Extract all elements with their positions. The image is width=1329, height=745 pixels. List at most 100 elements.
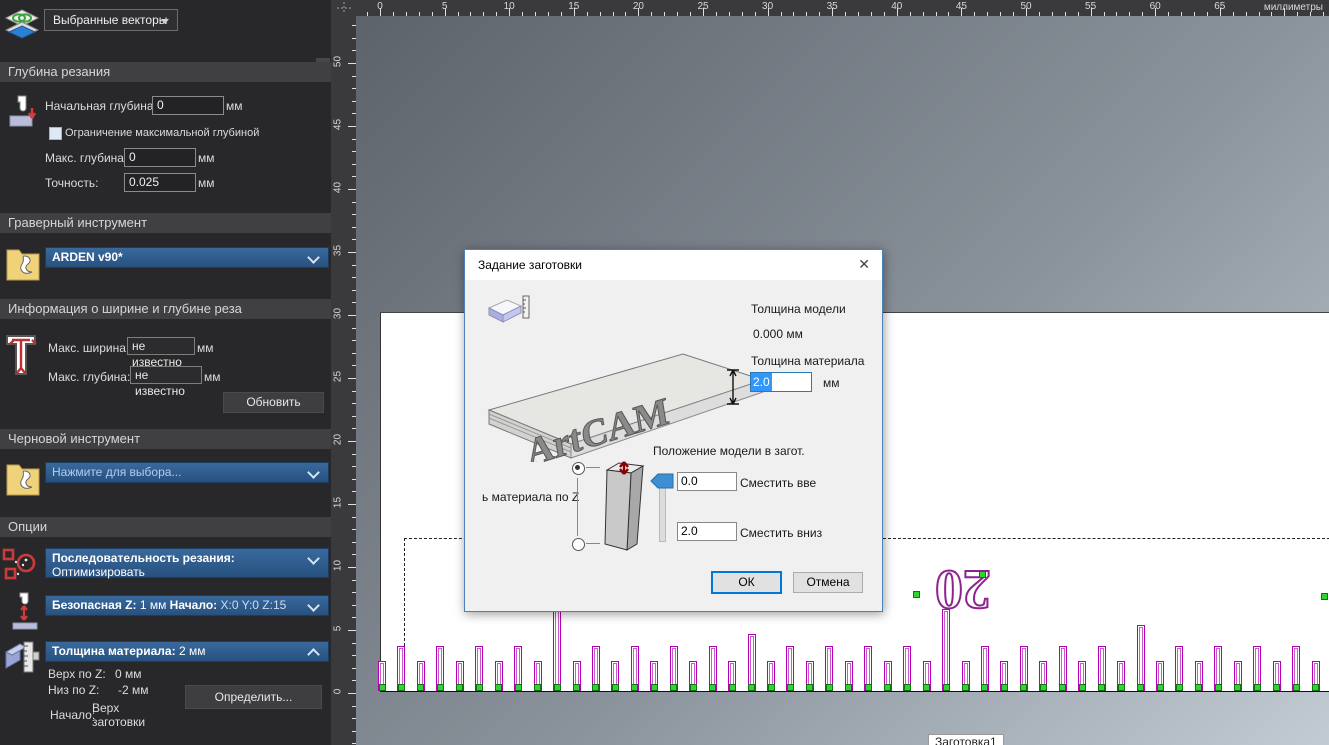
- material-thickness-label: Толщина материала: [751, 354, 865, 368]
- start-depth-input[interactable]: 0: [152, 96, 224, 115]
- model-thickness-label: Толщина модели: [751, 302, 846, 316]
- vector-node: [534, 684, 542, 691]
- h-ruler-label: 15: [568, 1, 580, 12]
- v-ruler-tick: [348, 252, 356, 253]
- model-thickness-value: 0.000 мм: [753, 327, 803, 341]
- v-ruler-label: 0: [332, 688, 344, 695]
- slab-thickness-icon: [487, 295, 530, 323]
- material-thickness-label: Толщина материала:: [52, 644, 176, 658]
- vector-node: [1020, 684, 1028, 691]
- vector-node: [1059, 684, 1067, 691]
- bottom-z-label: Низ по Z:: [48, 683, 100, 697]
- info-max-depth-value: не известно: [130, 366, 202, 398]
- cut-sequence-value: Оптимизировать: [52, 565, 145, 579]
- origin-value-line2: заготовки: [92, 715, 146, 729]
- h-ruler-label: 65: [1214, 1, 1226, 12]
- start-depth-unit: мм: [226, 99, 243, 113]
- chevron-up-icon: [307, 648, 320, 661]
- info-max-depth-label: Макс. глубина:: [48, 370, 131, 384]
- update-button[interactable]: Обновить: [223, 392, 324, 413]
- vector-node: [1117, 684, 1125, 691]
- limit-depth-checkbox-label: Ограничение максимальной глубиной: [65, 127, 260, 139]
- material-thickness-bar[interactable]: Толщина материала: 2 мм: [45, 641, 329, 662]
- vector-node: [1321, 593, 1328, 600]
- vector-node: [1000, 684, 1008, 691]
- section-header-cut-depth: Глубина резания: [0, 62, 331, 82]
- vector-node: [786, 684, 794, 691]
- offset-up-input[interactable]: 0.0: [677, 472, 737, 491]
- vector-node: [650, 684, 658, 691]
- max-depth-input[interactable]: 0: [124, 148, 196, 167]
- vector-node: [923, 684, 931, 691]
- vector-node: [1039, 684, 1047, 691]
- vector-node: [514, 684, 522, 691]
- material-setup-dialog: Задание заготовки ✕ ArtCAM Толщина модел…: [464, 249, 883, 612]
- vector-node: [767, 684, 775, 691]
- vector-node: [397, 684, 405, 691]
- h-ruler-tick: [1284, 8, 1286, 16]
- ok-button[interactable]: ОК: [711, 571, 782, 594]
- vector-node: [1214, 684, 1222, 691]
- z-top-radio[interactable]: [572, 462, 585, 475]
- vector-node: [436, 684, 444, 691]
- tool-folder-icon: [6, 464, 40, 496]
- layers-icon: [4, 9, 40, 39]
- chevron-down-icon: [307, 251, 320, 264]
- max-depth-unit: мм: [198, 151, 215, 165]
- engraving-tool-dropdown[interactable]: ARDEN v90*: [45, 247, 329, 268]
- v-ruler-label: 20: [332, 433, 344, 446]
- vector-node: [1312, 684, 1320, 691]
- vector-node: [748, 684, 756, 691]
- vector-node: [1175, 684, 1183, 691]
- info-max-depth-unit: мм: [204, 370, 221, 384]
- cut-sequence-bar[interactable]: Последовательность резания: Оптимизирова…: [45, 548, 329, 579]
- section-header-options: Опции: [0, 517, 331, 537]
- radio-tick-bottom: [586, 543, 600, 544]
- origin-value-line1: Верх: [92, 701, 120, 715]
- material-thickness-value: 2 мм: [175, 644, 206, 658]
- vector-node: [1234, 684, 1242, 691]
- start-depth-label: Начальная глубина:: [45, 99, 157, 113]
- vector-node: [1195, 684, 1203, 691]
- cancel-button[interactable]: Отмена: [793, 572, 863, 593]
- v-ruler-label: 15: [332, 496, 344, 509]
- v-ruler-tick: [348, 126, 356, 127]
- vector-node: [631, 684, 639, 691]
- vector-node: [913, 591, 920, 598]
- material-thickness-input[interactable]: 2.0: [750, 372, 812, 392]
- vector-node: [553, 684, 561, 691]
- z-bottom-radio[interactable]: [572, 538, 585, 551]
- section-title: Информация о ширине и глубине реза: [8, 301, 242, 316]
- h-ruler-label: 35: [826, 1, 838, 12]
- vector-selector-label: Выбранные векторы: [53, 13, 168, 27]
- vector-selector-dropdown[interactable]: Выбранные векторы: [44, 9, 178, 31]
- v-ruler-tick: [348, 630, 356, 631]
- safe-z-bar[interactable]: Безопасная Z: 1 мм Начало: X:0 Y:0 Z:15: [45, 595, 329, 616]
- vector-node: [903, 684, 911, 691]
- offset-down-input[interactable]: 2.0: [677, 522, 737, 541]
- h-ruler-label: 0: [377, 1, 383, 12]
- v-ruler-tick: [348, 567, 356, 568]
- close-icon[interactable]: ✕: [858, 256, 870, 273]
- roughing-tool-placeholder: Нажмите для выбора...: [52, 465, 182, 479]
- z-offset-slider-handle[interactable]: [649, 473, 675, 489]
- define-button[interactable]: Определить...: [185, 685, 322, 709]
- dropdown-caret-icon: [161, 19, 169, 24]
- section-title: Опции: [8, 519, 48, 534]
- dialog-titlebar[interactable]: Задание заготовки ✕: [465, 250, 882, 280]
- h-ruler-label: 10: [503, 1, 515, 12]
- vector-node: [475, 684, 483, 691]
- width-depth-icon: [6, 335, 37, 375]
- v-ruler-label: 25: [332, 370, 344, 383]
- cut-sequence-title: Последовательность резания:: [52, 551, 235, 565]
- v-ruler-label: 45: [332, 118, 344, 131]
- tolerance-label: Точность:: [45, 176, 99, 190]
- h-ruler-label: 55: [1085, 1, 1097, 12]
- vector-node: [1098, 684, 1106, 691]
- sheet-tab[interactable]: Заготовка1: [928, 734, 1004, 745]
- section-title: Граверный инструмент: [8, 215, 148, 230]
- roughing-tool-dropdown[interactable]: Нажмите для выбора...: [45, 462, 329, 483]
- tolerance-input[interactable]: 0.025: [124, 173, 196, 192]
- limit-depth-checkbox[interactable]: [49, 127, 62, 140]
- section-header-engraving-tool: Граверный инструмент: [0, 213, 331, 233]
